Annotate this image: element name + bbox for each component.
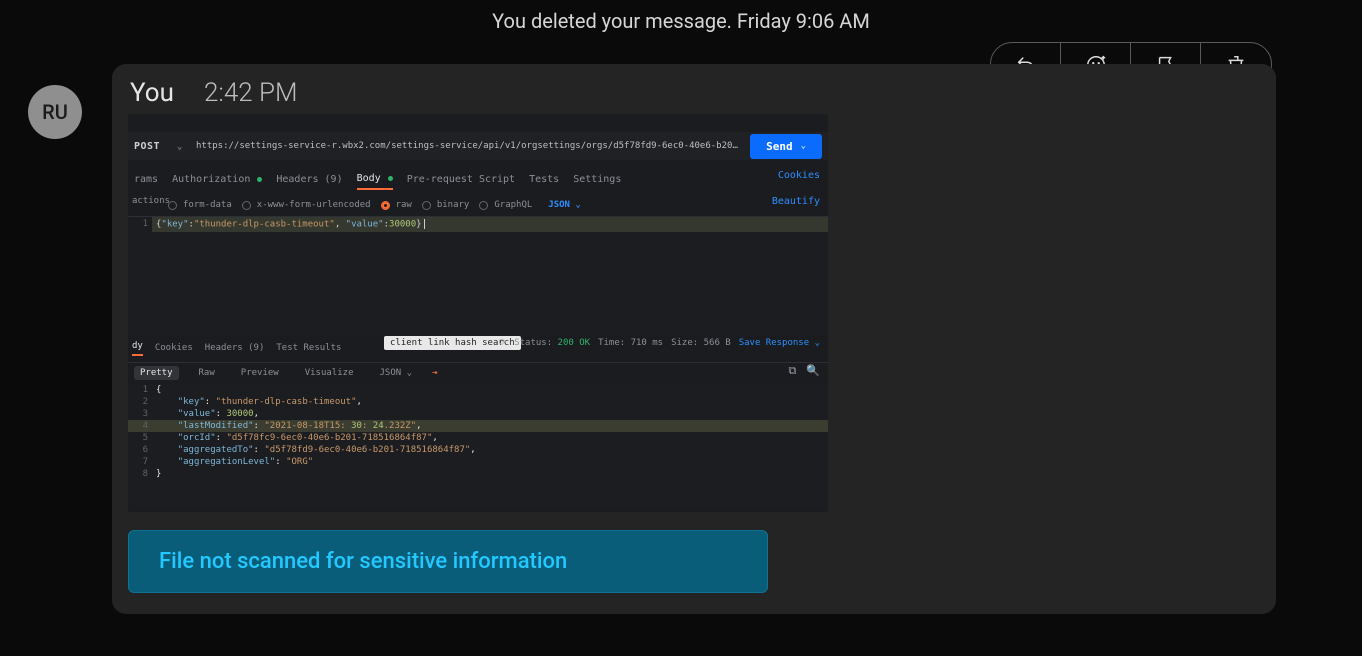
editor-code[interactable]: {"key":"thunder-dlp-casb-timeout", "valu… xyxy=(152,217,828,232)
view-mode-pretty[interactable]: Pretty xyxy=(134,366,179,380)
response-code: "aggregatedTo": "d5f78fd9-6ec0-40e6-b201… xyxy=(152,444,828,456)
response-line: 8} xyxy=(128,468,828,480)
message-timestamp: 2:42 PM xyxy=(204,78,298,108)
response-line: 7 "aggregationLevel": "ORG" xyxy=(128,456,828,468)
time-label: Time: xyxy=(598,338,625,348)
search-icon[interactable]: 🔍 xyxy=(806,364,820,378)
request-row: POST ⌄ https://settings-service-r.wbx2.c… xyxy=(128,132,828,160)
line-number: 6 xyxy=(128,444,152,456)
response-code: "aggregationLevel": "ORG" xyxy=(152,456,828,468)
response-code: "value": 30000, xyxy=(152,408,828,420)
body-type-raw[interactable]: raw xyxy=(381,200,412,210)
radio-icon xyxy=(422,201,431,210)
line-number: 4 xyxy=(128,420,152,432)
radio-icon xyxy=(168,201,177,210)
chevron-down-icon: ⌄ xyxy=(177,141,184,152)
system-banner: You deleted your message. Friday 9:06 AM xyxy=(0,0,1362,33)
avatar: RU xyxy=(28,85,82,139)
body-type-label: GraphQL xyxy=(494,200,532,210)
save-response-label: Save Response xyxy=(739,338,809,348)
chevron-down-icon: ⌄ xyxy=(801,141,806,151)
view-mode-json[interactable]: JSON ⌄ xyxy=(374,366,419,380)
body-type-label: x-www-form-urlencoded xyxy=(257,200,371,210)
response-toolbar-icons: ⧉ 🔍 xyxy=(788,364,820,378)
response-view-modes: Pretty Raw Preview Visualize JSON ⌄ ⇥ xyxy=(128,362,828,382)
response-code: } xyxy=(152,468,828,480)
response-tab-dy[interactable]: dy xyxy=(132,341,143,356)
size-label: Size: xyxy=(671,338,698,348)
response-line: 4 "lastModified": "2021-08-18T15: 30: 24… xyxy=(128,420,828,432)
view-mode-visualize[interactable]: Visualize xyxy=(299,366,360,380)
line-number: 3 xyxy=(128,408,152,420)
response-tab-test-results[interactable]: Test Results xyxy=(276,343,341,353)
request-tab-headers[interactable]: Headers (9) xyxy=(276,174,342,189)
beautify-link[interactable]: Beautify xyxy=(772,196,820,207)
status-label: Status: xyxy=(514,338,552,348)
line-number: 8 xyxy=(128,468,152,480)
refresh-icon[interactable]: ⟳ xyxy=(499,338,507,348)
response-line: 5 "orcId": "d5f78fc9-6ec0-40e6-b201-7185… xyxy=(128,432,828,444)
line-number: 1 xyxy=(128,217,152,232)
request-tab-rams[interactable]: rams xyxy=(134,174,158,189)
response-tab-cookies[interactable]: Cookies xyxy=(155,343,193,353)
request-tab-authorization[interactable]: Authorization xyxy=(172,174,262,189)
time-value: 710 ms xyxy=(631,338,664,348)
request-tab-tests[interactable]: Tests xyxy=(529,174,559,189)
response-code: { xyxy=(152,384,828,396)
response-line: 2 "key": "thunder-dlp-casb-timeout", xyxy=(128,396,828,408)
request-url-input[interactable]: https://settings-service-r.wbx2.com/sett… xyxy=(188,141,750,151)
body-type-binary[interactable]: binary xyxy=(422,200,470,210)
response-body[interactable]: 1{2 "key": "thunder-dlp-casb-timeout",3 … xyxy=(128,384,828,508)
status-code: 200 OK xyxy=(558,338,591,348)
request-body-editor[interactable]: 1 {"key":"thunder-dlp-casb-timeout", "va… xyxy=(128,216,828,334)
radio-icon xyxy=(242,201,251,210)
size-value: 566 B xyxy=(704,338,731,348)
body-type-label: raw xyxy=(396,200,412,210)
response-line: 1{ xyxy=(128,384,828,396)
request-tab-pre-request-script[interactable]: Pre-request Script xyxy=(407,174,515,189)
line-number: 7 xyxy=(128,456,152,468)
save-response-link[interactable]: Save Response ⌄ xyxy=(739,338,820,348)
cookies-link[interactable]: Cookies xyxy=(778,170,820,181)
view-mode-preview[interactable]: Preview xyxy=(235,366,285,380)
body-type-label: binary xyxy=(437,200,470,210)
message-bubble: You 2:42 PM POST ⌄ https://settings-serv… xyxy=(112,64,1276,614)
dlp-scan-banner: File not scanned for sensitive informati… xyxy=(128,530,768,593)
wrap-lines-icon[interactable]: ⇥ xyxy=(432,368,437,378)
body-type-row: form-data x-www-form-urlencoded raw binary G… xyxy=(128,194,828,216)
response-code: "lastModified": "2021-08-18T15: 30: 24.2… xyxy=(152,420,828,432)
body-language-selector[interactable]: JSON ⌄ xyxy=(548,200,581,210)
radio-icon xyxy=(381,201,390,210)
view-mode-raw[interactable]: Raw xyxy=(193,366,221,380)
response-status-bar: ⟳ Status: 200 OK Time: 710 ms Size: 566 … xyxy=(499,338,820,348)
request-tabs: rams Authorization Headers (9) Body Pre-requ… xyxy=(128,170,828,192)
attached-screenshot[interactable]: POST ⌄ https://settings-service-r.wbx2.c… xyxy=(128,114,828,512)
line-number: 1 xyxy=(128,384,152,396)
editor-line: 1 {"key":"thunder-dlp-casb-timeout", "va… xyxy=(128,217,828,232)
response-code: "orcId": "d5f78fc9-6ec0-40e6-b201-718516… xyxy=(152,432,828,444)
send-button[interactable]: Send ⌄ xyxy=(750,134,822,159)
body-type-label: form-data xyxy=(183,200,232,210)
radio-icon xyxy=(479,201,488,210)
chevron-down-icon: ⌄ xyxy=(815,338,820,348)
send-button-label: Send xyxy=(766,140,793,153)
copy-icon[interactable]: ⧉ xyxy=(788,364,796,378)
body-type-form-data[interactable]: form-data xyxy=(168,200,232,210)
request-tab-body[interactable]: Body xyxy=(357,173,393,190)
response-tab-headers[interactable]: Headers (9) xyxy=(205,343,265,353)
http-method-label: POST xyxy=(134,141,160,152)
http-method-selector[interactable]: POST ⌄ xyxy=(128,141,188,152)
response-line: 6 "aggregatedTo": "d5f78fd9-6ec0-40e6-b2… xyxy=(128,444,828,456)
response-line: 3 "value": 30000, xyxy=(128,408,828,420)
response-code: "key": "thunder-dlp-casb-timeout", xyxy=(152,396,828,408)
message-header: You 2:42 PM xyxy=(128,78,1260,108)
sender-name: You xyxy=(130,78,174,108)
line-number: 2 xyxy=(128,396,152,408)
body-type-x-www-form-urlencoded[interactable]: x-www-form-urlencoded xyxy=(242,200,371,210)
body-type-graphql[interactable]: GraphQL xyxy=(479,200,532,210)
line-number: 5 xyxy=(128,432,152,444)
request-tab-settings[interactable]: Settings xyxy=(573,174,621,189)
